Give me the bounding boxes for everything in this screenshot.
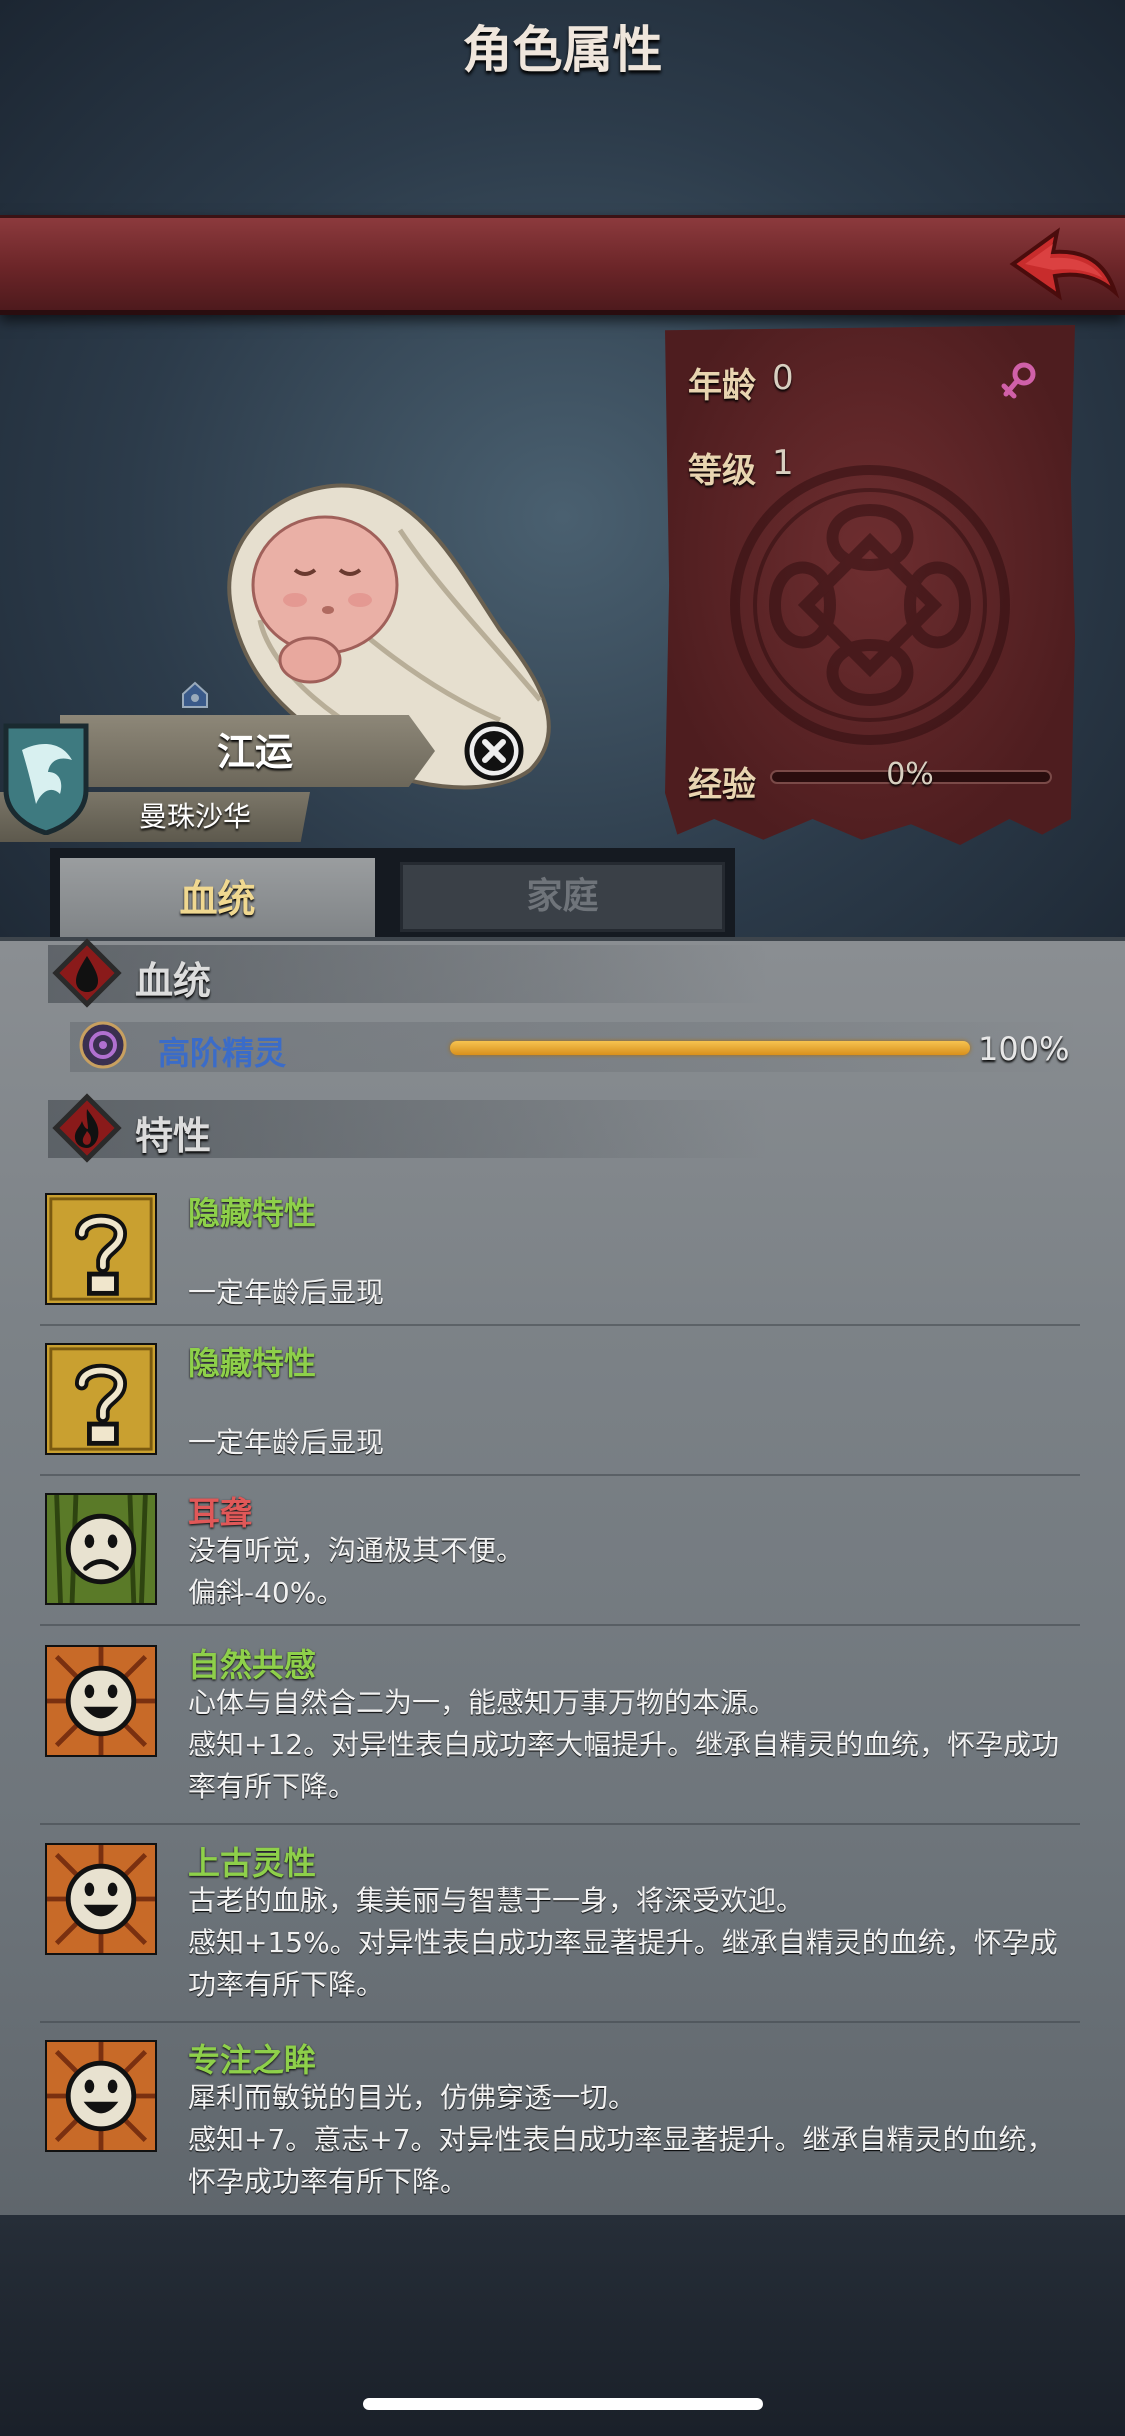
question-icon (45, 1193, 157, 1305)
bloodline-section-title: 血统 (135, 959, 212, 1003)
elf-bloodline-icon (79, 1021, 127, 1069)
trait-item: 隐藏特性 一定年龄后显现 (40, 1188, 1080, 1326)
trait-item: 耳聋 没有听觉，沟通极其不便。 偏斜-40%。 (40, 1488, 1080, 1626)
trait-desc-line2: 一定年龄后显现 (188, 1426, 385, 1459)
trait-desc-line1: 古老的血脉，集美丽与智慧于一身，将深受欢迎。 (188, 1884, 805, 1917)
back-arrow-icon (1009, 227, 1120, 301)
trait-desc-line1: 没有听觉，沟通极其不便。 (188, 1534, 525, 1567)
close-button[interactable] (463, 720, 525, 782)
happy-face-icon (45, 1645, 157, 1757)
female-gender-icon (1001, 362, 1036, 399)
tab-family[interactable]: 家庭 (400, 862, 725, 932)
trait-desc-line2: 感知+12。对异性表白成功率大幅提升。继承自精灵的血统，怀孕成功 (188, 1728, 1060, 1761)
blood-drop-icon (52, 938, 122, 1008)
age-label: 年龄 (688, 366, 756, 406)
trait-name: 上古灵性 (188, 1844, 317, 1882)
exp-label: 经验 (688, 765, 756, 805)
age-value: 0 (772, 358, 794, 398)
bloodline-percent: 100% (978, 1030, 1070, 1068)
bloodline-name: 高阶精灵 (158, 1034, 287, 1072)
dragon-crest-icon (3, 723, 89, 835)
trait-desc-line3: 率有所下降。 (188, 1770, 357, 1803)
trait-desc-line3: 功率有所下降。 (188, 1968, 385, 2001)
happy-face-icon (45, 2040, 157, 2152)
sad-face-icon (45, 1493, 157, 1605)
exp-value: 0% (886, 757, 934, 792)
trait-desc-line1: 犀利而敏锐的目光，仿佛穿透一切。 (188, 2081, 637, 2114)
character-title: 曼珠沙华 (138, 800, 251, 833)
question-icon (45, 1343, 157, 1455)
trait-desc-line2: 感知+15%。对异性表白成功率显著提升。继承自精灵的血统，怀孕成 (188, 1926, 1058, 1959)
happy-face-icon (45, 1843, 157, 1955)
trait-item: 专注之眸 犀利而敏锐的目光，仿佛穿透一切。 感知+7。意志+7。对异性表白成功率… (40, 2035, 1080, 2215)
title-banner (0, 215, 1125, 315)
trait-name: 自然共感 (188, 1646, 317, 1684)
bloodline-progress-bar (450, 1041, 970, 1055)
level-label: 等级 (688, 451, 756, 491)
back-button[interactable] (1005, 220, 1120, 310)
traits-section-title: 特性 (135, 1114, 212, 1158)
page-title: 角色属性 (462, 21, 663, 79)
trait-item: 自然共感 心体与自然合二为一，能感知万事万物的本源。 感知+12。对异性表白成功… (40, 1640, 1080, 1825)
trait-desc-line2: 感知+7。意志+7。对异性表白成功率显著提升。继承自精灵的血统， (188, 2123, 1055, 2156)
trait-desc-line2: 一定年龄后显现 (188, 1276, 385, 1309)
trait-name: 耳聋 (188, 1494, 253, 1532)
home-indicator[interactable] (363, 2398, 763, 2410)
trait-item: 隐藏特性 一定年龄后显现 (40, 1338, 1080, 1476)
flame-icon (52, 1093, 122, 1163)
trait-name: 隐藏特性 (188, 1344, 317, 1382)
trait-desc-line2: 偏斜-40%。 (188, 1576, 345, 1609)
trait-name: 专注之眸 (188, 2041, 317, 2079)
close-icon (464, 721, 524, 781)
level-value: 1 (772, 443, 794, 483)
tab-bloodline[interactable]: 血统 (60, 858, 375, 940)
trait-desc-line3: 怀孕成功率有所下降。 (188, 2165, 469, 2198)
celtic-knot-emblem (730, 465, 1010, 745)
house-icon (182, 681, 208, 708)
trait-name: 隐藏特性 (188, 1194, 317, 1232)
character-name: 江运 (216, 730, 293, 774)
trait-item: 上古灵性 古老的血脉，集美丽与智慧于一身，将深受欢迎。 感知+15%。对异性表白… (40, 1838, 1080, 2023)
trait-desc-line1: 心体与自然合二为一，能感知万事万物的本源。 (188, 1686, 777, 1719)
